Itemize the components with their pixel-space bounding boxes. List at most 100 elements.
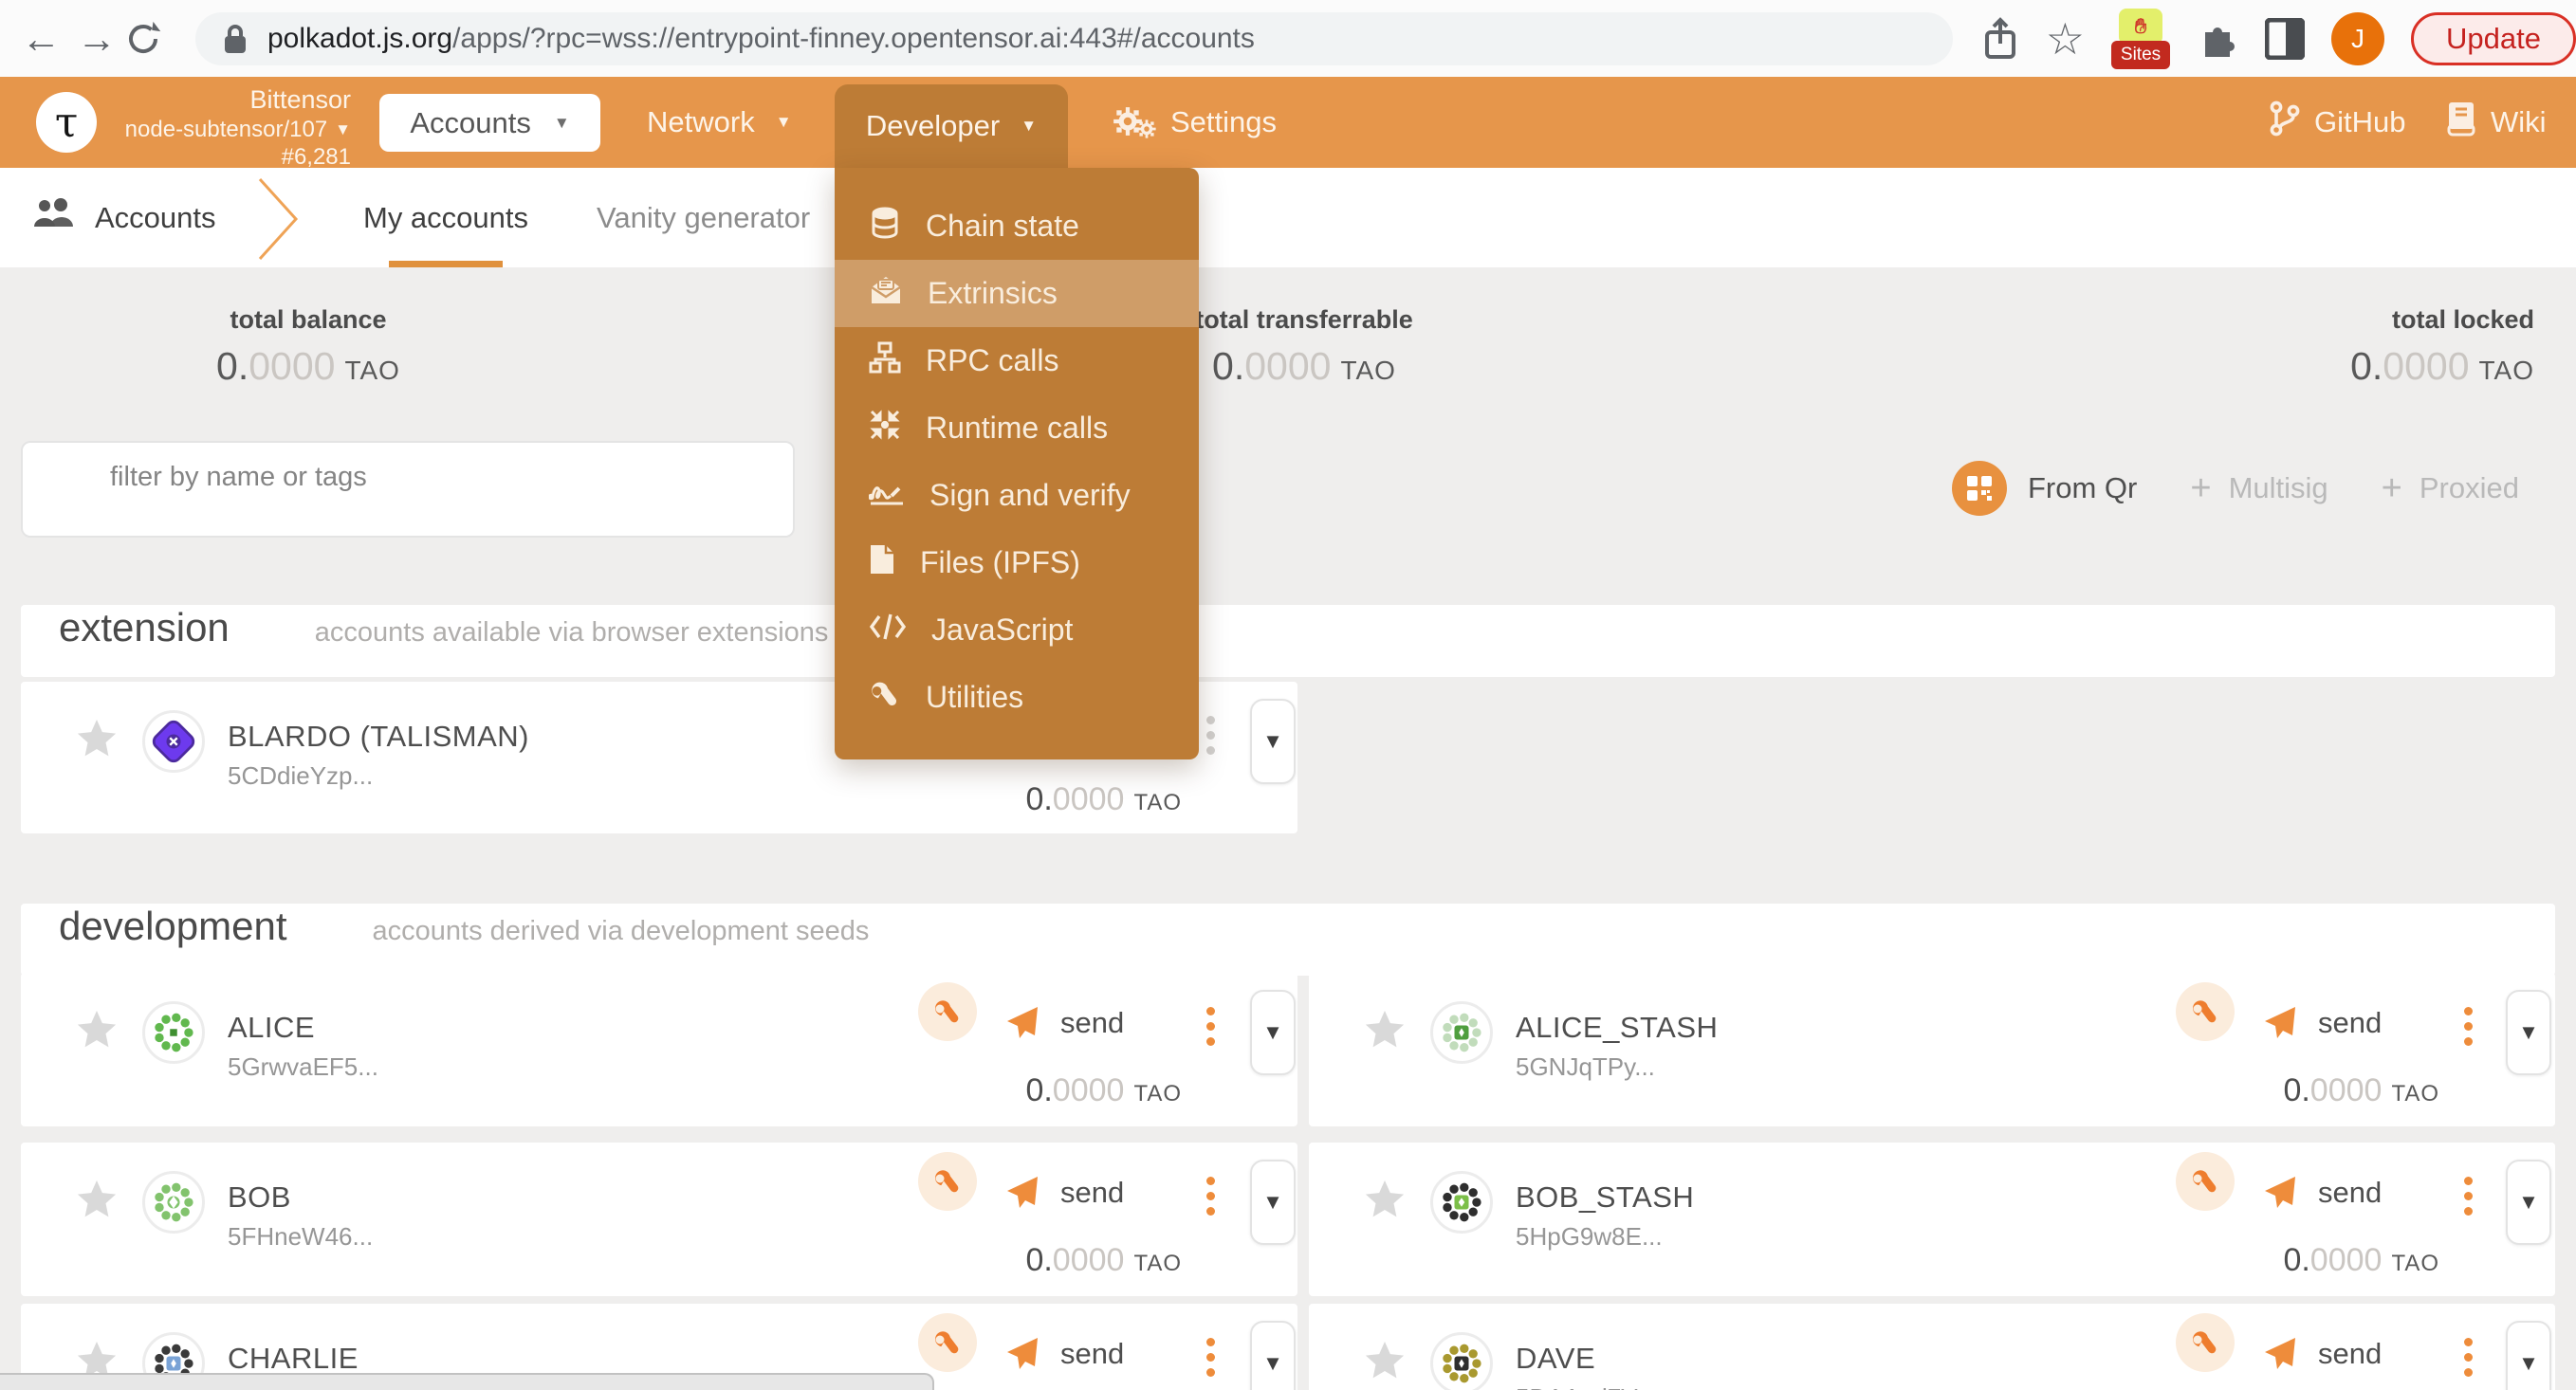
expand-caret-button[interactable]: ▼: [1250, 699, 1296, 784]
account-balance: 0.0000TAO: [2283, 1072, 2439, 1109]
qr-icon: [1952, 461, 2007, 516]
chevron-down-icon: ▼: [776, 113, 792, 132]
sites-extension-icon[interactable]: ✋︎ Sites: [2111, 9, 2170, 69]
bookmark-star-icon[interactable]: ☆: [2046, 17, 2085, 61]
menu-item-label: RPC calls: [926, 343, 1058, 378]
filter-input[interactable]: [23, 443, 793, 536]
nav-settings-button[interactable]: Settings: [1112, 77, 1277, 168]
menu-item-extrinsics[interactable]: Extrinsics: [835, 260, 1199, 327]
row-menu-dots[interactable]: [1206, 1007, 1215, 1046]
account-address[interactable]: 5DAAnrj7V...: [1516, 1383, 1656, 1390]
favorite-star-icon[interactable]: [76, 720, 118, 764]
address-bar[interactable]: polkadot.js.org/apps/?rpc=wss://entrypoi…: [195, 12, 1953, 65]
chain-info[interactable]: Bittensor node-subtensor/107▼ #6,281: [104, 84, 351, 171]
menu-item-utilities[interactable]: Utilities: [835, 664, 1199, 731]
identicon[interactable]: [142, 1001, 205, 1064]
account-address[interactable]: 5CDdieYzp...: [228, 761, 373, 791]
favorite-star-icon[interactable]: [1364, 1342, 1406, 1386]
send-button[interactable]: send: [2261, 1336, 2382, 1372]
from-qr-button[interactable]: From Qr: [1952, 461, 2137, 516]
account-name[interactable]: BLARDO (TALISMAN): [228, 720, 529, 754]
nav-accounts-label: Accounts: [410, 106, 531, 140]
row-menu-dots[interactable]: [2464, 1177, 2473, 1216]
github-link[interactable]: GitHub: [2269, 77, 2405, 168]
favorite-star-icon[interactable]: [76, 1011, 118, 1055]
extensions-puzzle-icon[interactable]: [2197, 18, 2238, 60]
account-name[interactable]: ALICE_STASH: [1516, 1011, 1718, 1045]
account-address[interactable]: 5GrwvaEF5...: [228, 1052, 378, 1082]
identicon[interactable]: [142, 1171, 205, 1234]
account-address[interactable]: 5HpG9w8E...: [1516, 1222, 1663, 1252]
reload-icon[interactable]: [124, 20, 180, 58]
wiki-link[interactable]: Wiki: [2445, 77, 2547, 168]
menu-item-label: Extrinsics: [928, 276, 1058, 311]
expand-caret-button[interactable]: ▼: [2506, 1321, 2551, 1390]
users-icon: [32, 198, 74, 238]
identicon[interactable]: [1430, 1001, 1493, 1064]
forward-icon[interactable]: →: [69, 19, 125, 59]
multisig-button[interactable]: + Multisig: [2190, 470, 2328, 506]
favorite-star-icon[interactable]: [76, 1180, 118, 1225]
send-button[interactable]: send: [2261, 1175, 2382, 1211]
bittensor-logo[interactable]: τ: [36, 92, 97, 153]
dev-wrench-icon: [918, 1313, 977, 1372]
tab-my-accounts[interactable]: My accounts: [363, 168, 528, 267]
expand-caret-button[interactable]: ▼: [1250, 990, 1296, 1075]
send-label: send: [1060, 1006, 1124, 1040]
sidebar-icon[interactable]: [2265, 18, 2305, 60]
menu-item-chain-state[interactable]: Chain state: [835, 192, 1199, 260]
menu-item-sign-and-verify[interactable]: Sign and verify: [835, 462, 1199, 529]
nav-developer-button[interactable]: Developer▼: [835, 84, 1068, 168]
nav-network-button[interactable]: Network▼: [647, 77, 792, 168]
account-name[interactable]: BOB_STASH: [1516, 1180, 1694, 1215]
favorite-star-icon[interactable]: [1364, 1180, 1406, 1225]
back-icon[interactable]: ←: [13, 19, 69, 59]
nav-accounts-button[interactable]: Accounts▼: [379, 94, 600, 152]
row-menu-dots[interactable]: [1206, 716, 1215, 755]
identicon[interactable]: [1430, 1171, 1493, 1234]
expand-caret-button[interactable]: ▼: [1250, 1321, 1296, 1390]
menu-item-javascript[interactable]: JavaScript: [835, 596, 1199, 664]
update-browser-button[interactable]: Update: [2411, 12, 2576, 65]
row-menu-dots[interactable]: [2464, 1007, 2473, 1046]
identicon[interactable]: [1430, 1332, 1493, 1390]
account-address[interactable]: 5GNJqTPy...: [1516, 1052, 1655, 1082]
send-button[interactable]: send: [1003, 1336, 1124, 1372]
account-row-dave: DAVE 5DAAnrj7V... send ▼: [1309, 1304, 2555, 1390]
account-address[interactable]: 5FHneW46...: [228, 1222, 373, 1252]
section-header-extension: extension accounts available via browser…: [21, 605, 2555, 677]
account-name[interactable]: ALICE: [228, 1011, 315, 1045]
send-button[interactable]: send: [1003, 1005, 1124, 1041]
menu-item-rpc-calls[interactable]: RPC calls: [835, 327, 1199, 394]
send-button[interactable]: send: [2261, 1005, 2382, 1041]
dev-wrench-icon: [918, 982, 977, 1041]
expand-caret-button[interactable]: ▼: [2506, 990, 2551, 1075]
menu-item-runtime-calls[interactable]: Runtime calls: [835, 394, 1199, 462]
row-menu-dots[interactable]: [1206, 1338, 1215, 1377]
expand-caret-button[interactable]: ▼: [1250, 1160, 1296, 1245]
send-label: send: [1060, 1176, 1124, 1210]
send-label: send: [2318, 1006, 2382, 1040]
browser-status-tooltip: [0, 1373, 934, 1390]
share-icon[interactable]: [1981, 17, 2019, 61]
account-name[interactable]: DAVE: [1516, 1342, 1595, 1376]
page-subnav: Accounts My accounts Vanity generator: [0, 168, 2576, 267]
tab-vanity-generator[interactable]: Vanity generator: [597, 168, 810, 267]
identicon[interactable]: [142, 710, 205, 773]
profile-avatar[interactable]: J: [2331, 12, 2384, 65]
account-name[interactable]: CHARLIE: [228, 1342, 359, 1376]
dev-wrench-icon: [918, 1152, 977, 1211]
row-menu-dots[interactable]: [2464, 1338, 2473, 1377]
book-icon: [2445, 101, 2477, 144]
account-name[interactable]: BOB: [228, 1180, 291, 1215]
expand-caret-button[interactable]: ▼: [2506, 1160, 2551, 1245]
nav-settings-label: Settings: [1170, 105, 1277, 139]
filter-field[interactable]: filter by name or tags: [21, 441, 795, 538]
sites-extension-label: Sites: [2111, 41, 2170, 69]
chain-name: Bittensor: [104, 84, 351, 116]
favorite-star-icon[interactable]: [1364, 1011, 1406, 1055]
proxied-button[interactable]: + Proxied: [2382, 470, 2519, 506]
send-button[interactable]: send: [1003, 1175, 1124, 1211]
row-menu-dots[interactable]: [1206, 1177, 1215, 1216]
menu-item-files-ipfs[interactable]: Files (IPFS): [835, 529, 1199, 596]
